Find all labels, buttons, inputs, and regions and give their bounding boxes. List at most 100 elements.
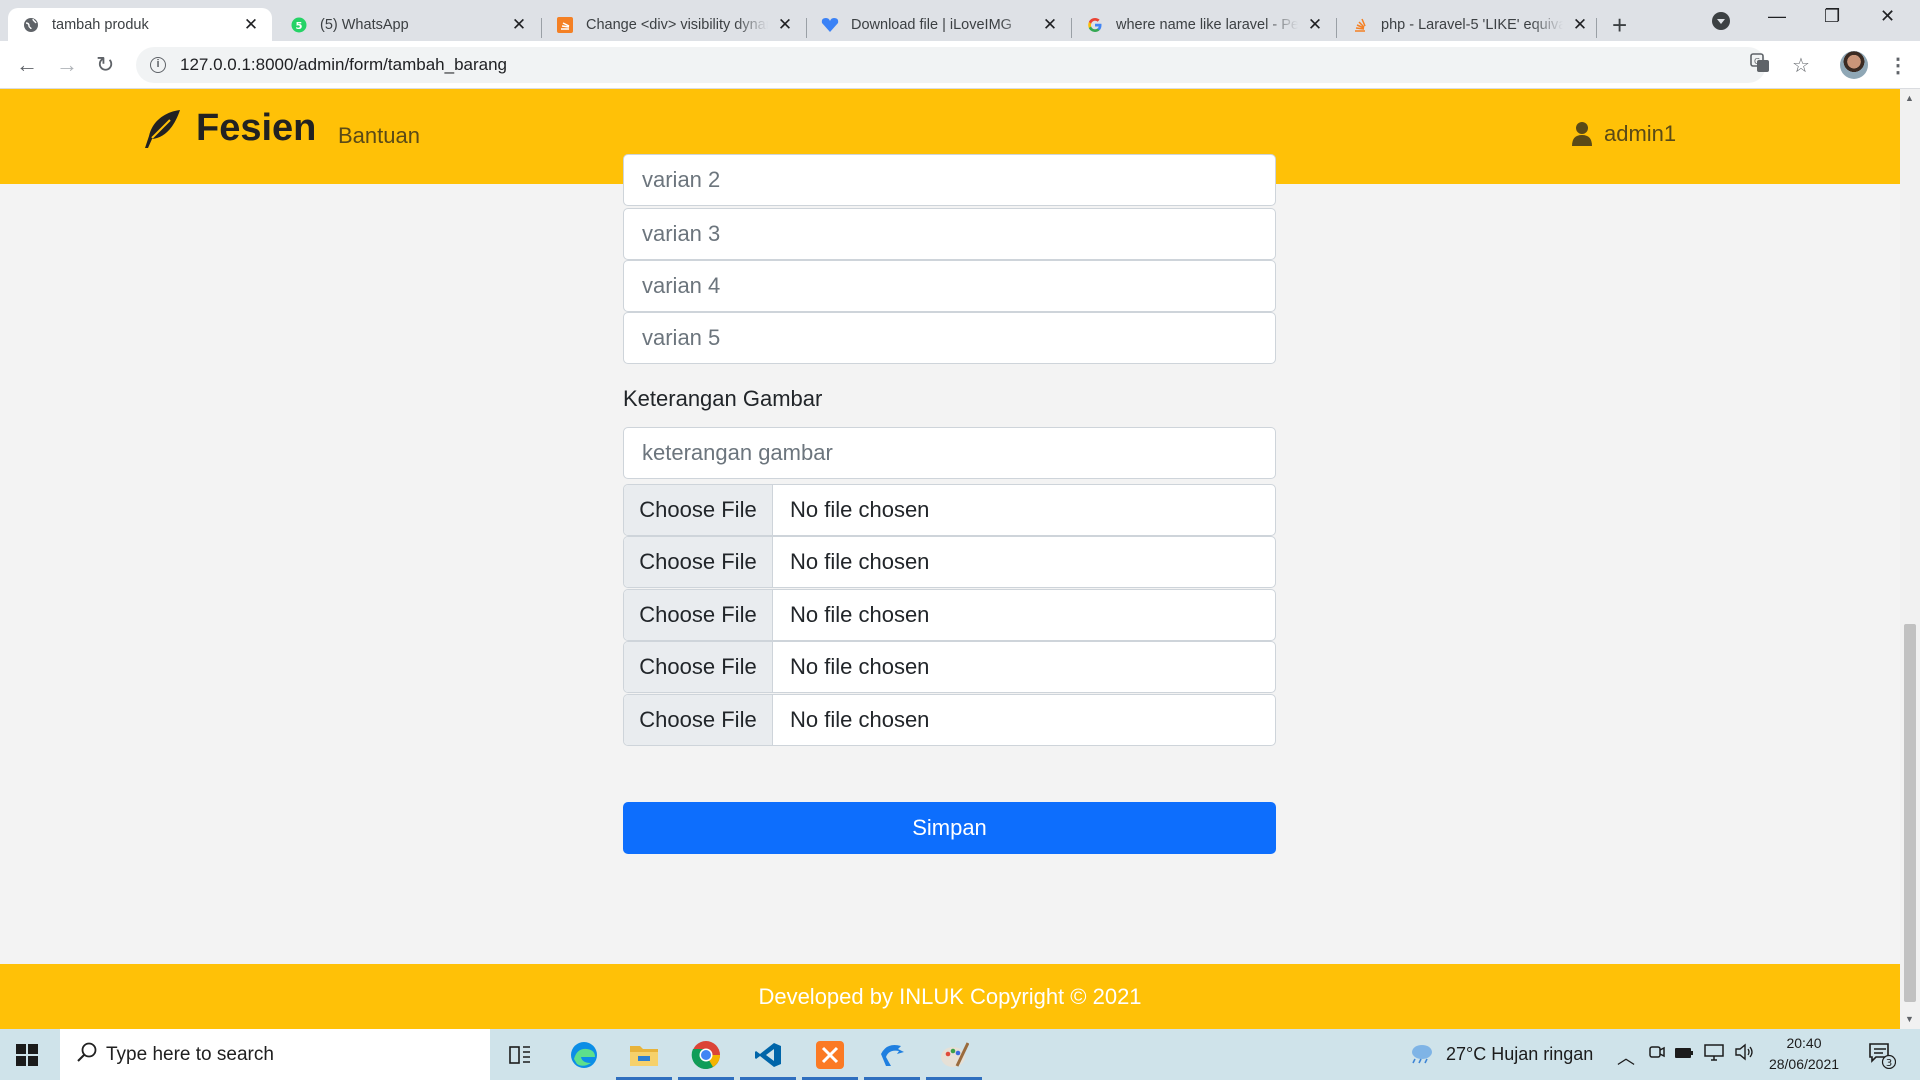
taskbar-search[interactable]: Type here to search bbox=[60, 1029, 490, 1080]
restore-icon[interactable]: ❐ bbox=[1824, 6, 1840, 27]
battery-icon[interactable] bbox=[1674, 1044, 1694, 1065]
taskbar-clock[interactable]: 20:40 28/06/2021 bbox=[1762, 1033, 1846, 1075]
scrollbar-thumb[interactable] bbox=[1904, 624, 1916, 1002]
tab-title: php - Laravel-5 'LIKE' equivalent bbox=[1381, 16, 1563, 33]
iloveimg-icon bbox=[821, 16, 839, 34]
volume-icon[interactable] bbox=[1734, 1043, 1754, 1066]
profile-avatar[interactable] bbox=[1840, 51, 1868, 79]
git-tool-icon[interactable] bbox=[864, 1037, 920, 1080]
close-tab-icon[interactable]: ✕ bbox=[1571, 15, 1589, 35]
windows-start-icon[interactable] bbox=[16, 1044, 38, 1066]
close-tab-icon[interactable]: ✕ bbox=[776, 15, 794, 35]
menu-icon[interactable]: ⋮ bbox=[1888, 53, 1908, 78]
show-hidden-icons[interactable]: ︿ bbox=[1617, 1044, 1635, 1070]
browser-tab-strip: tambah produk ✕ 5 (5) WhatsApp ✕ Change … bbox=[0, 0, 1920, 41]
file-status: No file chosen bbox=[790, 549, 930, 574]
tab-title: (5) WhatsApp bbox=[320, 16, 409, 33]
reload-icon[interactable]: ↻ bbox=[96, 52, 114, 78]
paint-icon[interactable] bbox=[926, 1037, 982, 1080]
clock-date: 28/06/2021 bbox=[1768, 1056, 1840, 1072]
file-explorer-icon[interactable] bbox=[616, 1037, 672, 1080]
tab-google-search[interactable]: where name like laravel - Penelusuran Go… bbox=[1072, 8, 1336, 41]
network-icon[interactable] bbox=[1704, 1043, 1724, 1066]
site-footer: Developed by INLUK Copyright © 2021 bbox=[0, 964, 1900, 1029]
file-status: No file chosen bbox=[790, 497, 930, 522]
tab-change-div[interactable]: Change <div> visibility dynamically ✕ bbox=[542, 8, 806, 41]
translate-icon[interactable]: G bbox=[1750, 53, 1770, 78]
minimize-icon[interactable]: — bbox=[1768, 6, 1786, 27]
globe-icon bbox=[22, 16, 40, 34]
page-viewport: Fesien Bantuan admin1 varian 2 varian 3 … bbox=[0, 89, 1900, 1029]
scroll-down-icon[interactable]: ▼ bbox=[1905, 1014, 1914, 1024]
file-status: No file chosen bbox=[790, 654, 930, 679]
file-input-2[interactable]: Choose File No file chosen bbox=[623, 536, 1276, 588]
back-icon[interactable]: ← bbox=[16, 52, 38, 78]
tab-iloveimg[interactable]: Download file | iLoveIMG ✕ bbox=[807, 8, 1071, 41]
close-tab-icon[interactable]: ✕ bbox=[510, 15, 528, 35]
chrome-icon[interactable] bbox=[678, 1037, 734, 1080]
clock-time: 20:40 bbox=[1786, 1035, 1822, 1051]
file-input-5[interactable]: Choose File No file chosen bbox=[623, 694, 1276, 746]
file-input-4[interactable]: Choose File No file chosen bbox=[623, 641, 1276, 693]
choose-file-button[interactable]: Choose File bbox=[624, 642, 773, 692]
weather-icon[interactable] bbox=[1408, 1042, 1434, 1069]
tab-title: where name like laravel - Penelusuran Go… bbox=[1116, 16, 1298, 33]
tab-laravel-like[interactable]: php - Laravel-5 'LIKE' equivalent ✕ bbox=[1337, 8, 1601, 41]
brand-name: Fesien bbox=[196, 107, 317, 149]
file-status: No file chosen bbox=[790, 707, 930, 732]
save-button[interactable]: Simpan bbox=[623, 802, 1276, 854]
choose-file-button[interactable]: Choose File bbox=[624, 695, 773, 745]
svg-text:G: G bbox=[1754, 57, 1760, 66]
variant-input-4[interactable]: varian 4 bbox=[623, 260, 1276, 312]
bookmark-star-icon[interactable]: ☆ bbox=[1792, 53, 1810, 78]
close-tab-icon[interactable]: ✕ bbox=[1306, 15, 1324, 35]
notification-center-icon[interactable]: 3 bbox=[1868, 1041, 1897, 1074]
tab-title: Download file | iLoveIMG bbox=[851, 16, 1012, 33]
tab-title: tambah produk bbox=[52, 16, 149, 33]
nav-link-bantuan[interactable]: Bantuan bbox=[338, 123, 420, 149]
user-icon bbox=[1572, 122, 1592, 146]
close-tab-icon[interactable]: ✕ bbox=[1041, 15, 1059, 35]
tab-tambah-produk[interactable]: tambah produk ✕ bbox=[8, 8, 272, 41]
choose-file-button[interactable]: Choose File bbox=[624, 590, 773, 640]
address-bar[interactable]: i 127.0.0.1:8000/admin/form/tambah_baran… bbox=[136, 47, 1766, 83]
url-text: 127.0.0.1:8000/admin/form/tambah_barang bbox=[180, 55, 508, 74]
close-window-icon[interactable]: ✕ bbox=[1880, 6, 1895, 27]
choose-file-button[interactable]: Choose File bbox=[624, 537, 773, 587]
tab-separator bbox=[1596, 18, 1597, 38]
scroll-up-icon[interactable]: ▲ bbox=[1905, 93, 1914, 103]
variant-input-5[interactable]: varian 5 bbox=[623, 312, 1276, 364]
variant-input-2[interactable]: varian 2 bbox=[623, 154, 1276, 206]
google-icon bbox=[1086, 16, 1104, 34]
file-input-3[interactable]: Choose File No file chosen bbox=[623, 589, 1276, 641]
task-view-icon[interactable] bbox=[502, 1037, 538, 1073]
stackoverflow-icon bbox=[556, 16, 574, 34]
user-menu[interactable]: admin1 bbox=[1572, 121, 1676, 147]
new-tab-button[interactable]: + bbox=[1612, 10, 1627, 41]
variant-input-3[interactable]: varian 3 bbox=[623, 208, 1276, 260]
tab-search-icon[interactable] bbox=[1712, 12, 1730, 30]
browser-toolbar: ← → ↻ i 127.0.0.1:8000/admin/form/tambah… bbox=[0, 41, 1920, 89]
feather-icon bbox=[145, 109, 180, 148]
stackoverflow-icon bbox=[1351, 16, 1369, 34]
brand-link[interactable]: Fesien bbox=[140, 107, 316, 150]
user-name: admin1 bbox=[1604, 121, 1677, 146]
choose-file-button[interactable]: Choose File bbox=[624, 485, 773, 535]
forward-icon[interactable]: → bbox=[56, 52, 78, 78]
page-scrollbar[interactable]: ▲ ▼ bbox=[1900, 89, 1920, 1029]
site-info-icon[interactable]: i bbox=[150, 57, 166, 73]
tab-title: Change <div> visibility dynamically bbox=[586, 16, 768, 33]
file-status: No file chosen bbox=[790, 602, 930, 627]
vscode-icon[interactable] bbox=[740, 1037, 796, 1080]
image-caption-input[interactable]: keterangan gambar bbox=[623, 427, 1276, 479]
file-input-1[interactable]: Choose File No file chosen bbox=[623, 484, 1276, 536]
tab-whatsapp[interactable]: 5 (5) WhatsApp ✕ bbox=[276, 8, 540, 41]
close-tab-icon[interactable]: ✕ bbox=[242, 15, 260, 35]
windows-taskbar: Type here to search 27°C Hujan ringan ︿ … bbox=[0, 1029, 1920, 1080]
weather-text[interactable]: 27°C Hujan ringan bbox=[1446, 1044, 1593, 1065]
search-placeholder: Type here to search bbox=[106, 1043, 274, 1065]
meet-now-icon[interactable] bbox=[1648, 1043, 1666, 1066]
image-section-label: Keterangan Gambar bbox=[623, 386, 823, 411]
xampp-icon[interactable] bbox=[802, 1037, 858, 1080]
edge-icon[interactable] bbox=[566, 1037, 602, 1073]
